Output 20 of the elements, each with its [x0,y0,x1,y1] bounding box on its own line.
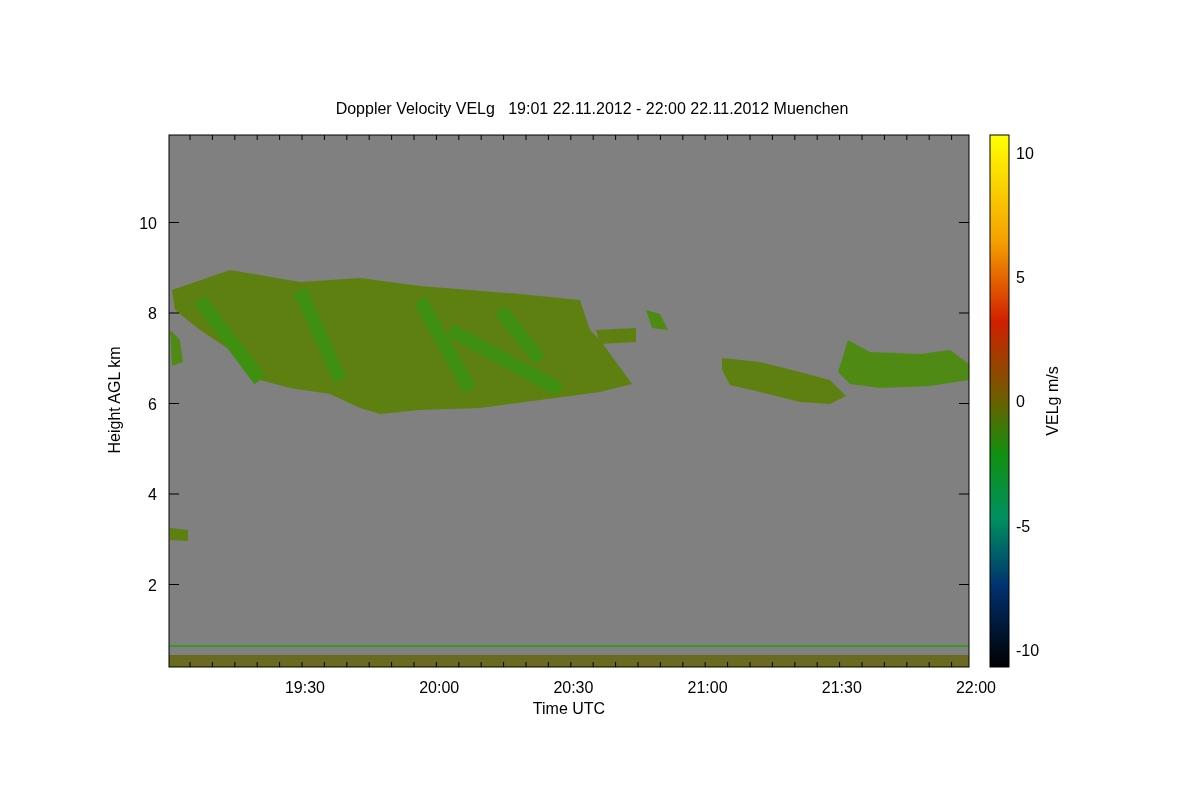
tick-label: 21:30 [821,679,862,696]
tick-label: 22:00 [956,679,996,696]
tick-label: 10 [1016,145,1034,162]
tick-label: 2 [148,576,157,594]
tick-label: -5 [1016,517,1031,535]
tick-label: 20:30 [553,679,594,696]
axis-label: Height AGL km [106,346,123,454]
tick-label: 19:30 [285,679,325,696]
tick-label: -10 [1016,641,1040,659]
tick-label: 21:00 [687,679,728,696]
plot-title: Doppler Velocity VELg 19:01 22.11.2012 - 22:00 22.11.2012 Muenchen [335,100,849,117]
tick-label: 4 [148,486,157,503]
axis-label: VELg m/s [1044,366,1061,436]
axis-label: Time UTC [532,700,606,717]
tick-label: 5 [1016,269,1025,287]
tick-label: 0 [1016,393,1025,411]
tick-label: 10 [139,214,157,232]
tick-label: 8 [148,305,157,322]
tick-label: 6 [148,395,157,413]
tick-label: 20:00 [419,679,460,696]
